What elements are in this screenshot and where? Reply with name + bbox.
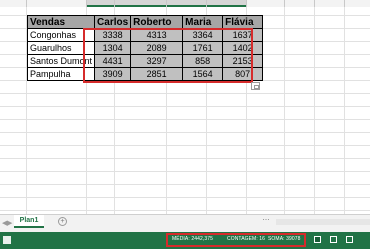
column-separator bbox=[114, 0, 115, 7]
sheet-tab-plan1[interactable]: Plan1 bbox=[14, 215, 44, 228]
status-bar: MÉDIA: 2442,375 CONTAGEM: 16 SOMA: 39078 bbox=[0, 232, 370, 249]
column-separator bbox=[344, 0, 345, 7]
header-cell[interactable]: Maria bbox=[182, 15, 224, 29]
column-header-e[interactable] bbox=[166, 0, 206, 7]
tab-more-icon[interactable]: ⋯ bbox=[260, 216, 272, 226]
normal-view-icon[interactable] bbox=[314, 236, 321, 243]
status-highlight bbox=[166, 233, 306, 247]
column-separator bbox=[206, 0, 207, 7]
table-header-row: Vendas Carlos Roberto Maria Flávia bbox=[26, 15, 264, 29]
add-sheet-button[interactable]: + bbox=[58, 217, 67, 226]
sheet-next-icon[interactable]: ▶ bbox=[7, 219, 12, 227]
selection-highlight bbox=[83, 28, 253, 83]
header-cell[interactable]: Flávia bbox=[222, 15, 264, 29]
header-cell[interactable]: Roberto bbox=[130, 15, 184, 29]
horizontal-scrollbar[interactable] bbox=[276, 219, 370, 225]
ready-icon bbox=[3, 236, 11, 244]
column-header-c[interactable] bbox=[86, 0, 114, 7]
column-separator bbox=[314, 0, 315, 7]
column-separator bbox=[284, 0, 285, 7]
sheet-tab-bar: ◀ ▶ Plan1 + ⋯ bbox=[0, 214, 370, 232]
quick-analysis-icon[interactable] bbox=[251, 82, 260, 90]
page-layout-icon[interactable] bbox=[330, 236, 337, 243]
column-separator bbox=[246, 0, 247, 7]
column-separator bbox=[26, 0, 27, 7]
header-cell[interactable]: Vendas bbox=[26, 15, 96, 29]
column-header-d[interactable] bbox=[114, 0, 166, 7]
column-header-f[interactable] bbox=[206, 0, 246, 7]
header-cell[interactable]: Carlos bbox=[94, 15, 132, 29]
column-separator bbox=[166, 0, 167, 7]
page-break-icon[interactable] bbox=[346, 236, 353, 243]
column-separator bbox=[86, 0, 87, 7]
